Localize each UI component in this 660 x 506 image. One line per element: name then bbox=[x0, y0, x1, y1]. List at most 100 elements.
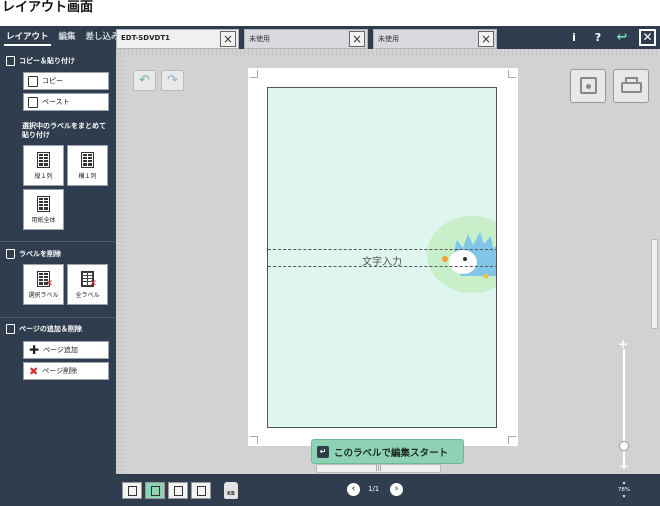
close-tab-icon[interactable]: × bbox=[349, 31, 365, 47]
zoom-down-icon[interactable]: ▾ bbox=[614, 494, 634, 501]
enter-icon: ↵ bbox=[317, 445, 329, 458]
vertical-paste-button[interactable]: 縦１列 bbox=[23, 145, 64, 186]
copy-section-icon bbox=[6, 56, 15, 66]
delete-x-icon: ✖ bbox=[29, 364, 39, 378]
doc-tab-label: 未使用 bbox=[378, 35, 399, 43]
page-indicator: 1/1 bbox=[368, 485, 380, 493]
info-icon[interactable]: i bbox=[567, 31, 581, 44]
delete-all-button[interactable]: ✕ 全ラベル bbox=[67, 264, 108, 305]
help-icon[interactable]: ? bbox=[591, 31, 605, 44]
doc-tab-2[interactable]: 未使用 × bbox=[244, 29, 368, 49]
grid-delete-icon: ✕ bbox=[37, 270, 53, 289]
main-tabs: レイアウト 編集 差し込み bbox=[4, 26, 122, 49]
left-ruler bbox=[116, 49, 124, 474]
horizontal-scrollbar[interactable]: ||| bbox=[316, 464, 441, 473]
horizontal-paste-label: 横１列 bbox=[78, 172, 97, 180]
save-button[interactable] bbox=[570, 69, 606, 103]
orientation-button-1[interactable] bbox=[122, 482, 142, 499]
plus-icon: ✚ bbox=[29, 343, 40, 357]
prev-page-icon[interactable]: ‹ bbox=[347, 483, 360, 496]
undo-icon[interactable]: ↩ bbox=[615, 30, 629, 45]
delete-selected-button[interactable]: ✕ 選択ラベル bbox=[23, 264, 64, 305]
add-page-button[interactable]: ✚ ページ追加 bbox=[23, 341, 109, 359]
print-icon bbox=[621, 82, 642, 93]
vertical-scrollbar[interactable] bbox=[651, 239, 658, 329]
top-bar: レイアウト 編集 差し込み EDT-SDVDT1 × 未使用 × 未使用 × i… bbox=[0, 26, 660, 49]
doc-tab-1[interactable]: EDT-SDVDT1 × bbox=[116, 29, 239, 49]
delete-section-label: ラベルを削除 bbox=[19, 250, 61, 258]
zoom-up-icon[interactable]: ▴ bbox=[614, 480, 634, 487]
doc-tab-label: EDT-SDVDT1 bbox=[121, 34, 170, 42]
undo-history-icon[interactable]: ↶ bbox=[133, 70, 156, 91]
page-caption: レイアウト画面 bbox=[2, 0, 94, 15]
window-controls: i ? ↩ ✕ bbox=[567, 28, 656, 47]
save-icon bbox=[580, 77, 597, 94]
page-orientation-icon bbox=[174, 486, 183, 496]
close-tab-icon[interactable]: × bbox=[220, 31, 236, 47]
grid-icon bbox=[37, 151, 50, 168]
grid-delete-all-icon: ✕ bbox=[81, 270, 97, 289]
layout-canvas[interactable]: ↶ ↷ 文字入力 ↵ このラベルで編集スタート ||| + − bbox=[116, 49, 660, 474]
whole-sheet-label: 用紙全体 bbox=[31, 216, 56, 224]
page-orientation-icon bbox=[151, 486, 160, 496]
delete-page-label: ページ削除 bbox=[42, 367, 78, 375]
zoom-out-icon[interactable]: − bbox=[619, 459, 629, 473]
page-orientation-icon bbox=[197, 486, 206, 496]
start-edit-label: このラベルで編集スタート bbox=[334, 447, 449, 459]
copy-button[interactable]: コピー bbox=[23, 72, 109, 90]
tab-layout[interactable]: レイアウト bbox=[4, 26, 51, 49]
crop-mark bbox=[508, 436, 516, 444]
delete-section-header: ラベルを削除 bbox=[6, 249, 61, 259]
paste-button-label: ペースト bbox=[42, 98, 70, 106]
grid-icon bbox=[37, 195, 50, 212]
crop-mark bbox=[250, 436, 258, 444]
grid-icon bbox=[81, 151, 94, 168]
close-tab-icon[interactable]: × bbox=[478, 31, 494, 47]
zoom-level: ▴ 78% ▾ bbox=[614, 480, 634, 501]
page-section-header: ページの追加＆削除 bbox=[6, 324, 82, 334]
label-area[interactable]: 文字入力 bbox=[267, 87, 497, 428]
copy-icon bbox=[28, 75, 38, 87]
start-edit-button[interactable]: ↵ このラベルで編集スタート bbox=[311, 439, 464, 464]
page-orientation-icon bbox=[128, 486, 137, 496]
app-window: レイアウト 編集 差し込み EDT-SDVDT1 × 未使用 × 未使用 × i… bbox=[0, 26, 660, 506]
tab-edit[interactable]: 編集 bbox=[57, 26, 78, 49]
page-icon bbox=[6, 324, 15, 334]
delete-page-button[interactable]: ✖ ページ削除 bbox=[23, 362, 109, 380]
sidebar: コピー＆貼り付け コピー ペースト 選択中のラベルをまとめて貼り付け 縦１列 横… bbox=[0, 49, 116, 506]
zoom-knob[interactable] bbox=[619, 441, 629, 451]
sidebar-divider bbox=[0, 317, 116, 318]
doc-tab-3[interactable]: 未使用 × bbox=[373, 29, 497, 49]
print-button[interactable] bbox=[613, 69, 649, 103]
trash-icon bbox=[6, 249, 15, 259]
zoom-level-value: 78% bbox=[617, 487, 631, 493]
orientation-button-3[interactable] bbox=[168, 482, 188, 499]
orientation-button-4[interactable] bbox=[191, 482, 211, 499]
text-placeholder: 文字入力 bbox=[362, 257, 402, 268]
whole-sheet-paste-button[interactable]: 用紙全体 bbox=[23, 189, 64, 230]
copy-section-label: コピー＆貼り付け bbox=[19, 57, 75, 65]
paste-button[interactable]: ペースト bbox=[23, 93, 109, 111]
zoom-slider[interactable]: + − bbox=[616, 337, 632, 474]
document-tabs: EDT-SDVDT1 × 未使用 × 未使用 × bbox=[116, 29, 497, 49]
bottom-bar: KB ‹ 1/1 › ▴ 78% ▾ bbox=[116, 474, 660, 506]
text-input-box[interactable]: 文字入力 bbox=[268, 249, 496, 268]
horizontal-paste-button[interactable]: 横１列 bbox=[67, 145, 108, 186]
delete-selected-label: 選択ラベル bbox=[28, 291, 59, 299]
close-icon[interactable]: ✕ bbox=[639, 29, 656, 46]
orientation-button-2[interactable] bbox=[145, 482, 165, 499]
copy-section-header: コピー＆貼り付け bbox=[6, 56, 75, 66]
top-ruler bbox=[116, 49, 660, 57]
add-page-label: ページ追加 bbox=[43, 346, 78, 354]
delete-all-label: 全ラベル bbox=[75, 291, 100, 299]
crop-mark bbox=[250, 70, 258, 78]
next-page-icon[interactable]: › bbox=[390, 483, 403, 496]
page-section-label: ページの追加＆削除 bbox=[19, 325, 82, 333]
doc-tab-label: 未使用 bbox=[249, 35, 270, 43]
redo-history-icon[interactable]: ↷ bbox=[161, 70, 184, 91]
bulk-paste-heading: 選択中のラベルをまとめて貼り付け bbox=[22, 122, 106, 139]
kb-weight-icon[interactable]: KB bbox=[224, 482, 238, 499]
paste-icon bbox=[28, 96, 38, 108]
sidebar-divider bbox=[0, 241, 116, 242]
vertical-paste-label: 縦１列 bbox=[34, 172, 53, 180]
